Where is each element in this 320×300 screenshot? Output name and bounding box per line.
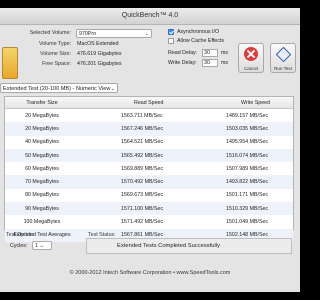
- chevron-down-icon: ⌄: [144, 31, 149, 37]
- volume-type-value: MacOS Extended: [77, 41, 119, 47]
- table-row[interactable]: 70 MegaBytes 1570.492 MB/Sec 1493.822 MB/S…: [5, 175, 293, 189]
- title-bar: QuickBench™ 4.0: [0, 8, 300, 25]
- volume-size-value: 476.619 Gigabytes: [77, 51, 122, 57]
- volume-size-label: Volume Size:: [40, 51, 71, 57]
- write-speed-cell: 1495.954 MB/Sec: [226, 139, 269, 146]
- status-box: Extended Tests Completed Successfully: [86, 238, 292, 254]
- table-row[interactable]: 40 MegaBytes 1564.521 MB/Sec 1495.954 MB/S…: [5, 136, 293, 149]
- async-io-checkbox[interactable]: [168, 29, 174, 35]
- run-test-button[interactable]: Run Test: [270, 43, 296, 73]
- read-delay-row: Read Delay: 30 ms: [168, 49, 228, 57]
- read-speed-cell: 1563.711 MB/Sec: [121, 112, 163, 119]
- cancel-button[interactable]: Cancel: [238, 43, 264, 73]
- copyright-text: © 2000-2012 Intech Software Corporation …: [69, 270, 231, 276]
- volume-type-label: Volume Type:: [39, 41, 71, 47]
- volume-panel: Selected Volume: 970Pro ⌄ Volume Type: M…: [0, 25, 300, 79]
- table-row[interactable]: 50 MegaBytes 1565.492 MB/Sec 1516.074 MB/S…: [5, 148, 293, 163]
- read-speed-cell: 1565.492 MB/Sec: [79, 148, 186, 163]
- test-option-label: Test Option:: [6, 232, 35, 238]
- table-row[interactable]: 60 MegaBytes 1569.889 MB/Sec 1507.989 MB/S…: [5, 162, 293, 175]
- table-row[interactable]: 100 MegaBytes 1571.492 MB/Sec 1501.049 MB/…: [5, 215, 293, 228]
- transfer-size-cell: 40 MegaBytes: [25, 139, 59, 146]
- cache-effects-label: Allow Cache Effects: [177, 38, 225, 44]
- cycles-value: 1: [35, 243, 38, 249]
- volume-select[interactable]: 970Pro ⌄: [76, 29, 152, 38]
- transfer-size-cell: 50 MegaBytes: [5, 148, 79, 163]
- table-row[interactable]: 90 MegaBytes 1571.100 MB/Sec 1510.329 MB/S…: [5, 202, 293, 216]
- read-speed-cell: 1567.246 MB/Sec: [79, 122, 186, 136]
- test-type-select[interactable]: Extended Test (20-100 MB) - Numeric View…: [0, 83, 118, 93]
- read-speed-cell: 1571.492 MB/Sec: [121, 219, 164, 226]
- free-space-value: 476.201 Gigabytes: [77, 61, 122, 67]
- test-type-value: Extended Test (20-100 MB) - Numeric View: [3, 86, 111, 92]
- read-speed-cell: 1570.492 MB/Sec: [79, 175, 186, 189]
- read-delay-label: Read Delay:: [168, 50, 198, 56]
- write-speed-cell: 1493.822 MB/Sec: [186, 175, 293, 189]
- write-speed-cell: 1507.989 MB/Sec: [226, 165, 269, 172]
- table-row[interactable]: 80 MegaBytes 1569.673 MB/Sec 1501.171 MB/S…: [5, 189, 293, 202]
- write-delay-field[interactable]: 30: [202, 59, 218, 67]
- volume-select-value: 970Pro: [79, 31, 97, 37]
- cache-effects-option[interactable]: Allow Cache Effects: [168, 38, 224, 44]
- async-io-label: Asynchronous I/O: [177, 29, 220, 35]
- write-delay-label: Write Delay:: [168, 60, 197, 66]
- write-speed-cell: 1516.074 MB/Sec: [186, 148, 293, 163]
- column-header-transfer-size[interactable]: Transfer Size: [5, 97, 79, 109]
- cancel-button-label: Cancel: [243, 66, 258, 71]
- write-speed-cell: 1501.171 MB/Sec: [226, 192, 269, 199]
- write-delay-row: Write Delay: 30 ms: [168, 59, 228, 67]
- write-speed-cell: 1503.035 MB/Sec: [186, 122, 293, 136]
- selected-volume-label: Selected Volume:: [29, 30, 71, 36]
- run-test-icon: [276, 47, 290, 61]
- read-delay-unit: ms: [221, 50, 229, 56]
- cycles-row: Cycles: 1 ⌄: [10, 241, 52, 250]
- transfer-size-cell: 60 MegaBytes: [25, 165, 59, 172]
- app-window: QuickBench™ 4.0 Selected Volume: 970Pro …: [0, 8, 300, 292]
- free-space-label: Free Space:: [42, 61, 71, 67]
- transfer-size-cell: 100 MegaBytes: [23, 219, 61, 226]
- table-row[interactable]: 20 MegaBytes 1567.246 MB/Sec 1503.035 MB/S…: [5, 122, 293, 136]
- column-header-write-speed[interactable]: Write Speed: [186, 97, 293, 109]
- table-row[interactable]: 20 MegaBytes 1563.711 MB/Sec 1489.157 MB/S…: [5, 109, 293, 123]
- read-speed-cell: 1571.100 MB/Sec: [79, 202, 186, 216]
- cycles-label: Cycles:: [10, 243, 28, 249]
- transfer-size-cell: 20 MegaBytes: [5, 122, 79, 136]
- table-header-row: Transfer Size Read Speed Write Speed: [5, 97, 293, 109]
- write-delay-unit: ms: [221, 60, 229, 66]
- write-speed-cell: 1489.157 MB/Sec: [226, 112, 269, 119]
- cache-effects-checkbox[interactable]: [168, 38, 174, 44]
- transfer-size-cell: 80 MegaBytes: [25, 192, 59, 199]
- cycles-select[interactable]: 1 ⌄: [32, 241, 52, 250]
- read-speed-cell: 1564.521 MB/Sec: [121, 139, 164, 146]
- read-speed-cell: 1569.889 MB/Sec: [121, 165, 164, 172]
- transfer-size-cell: 20 MegaBytes: [25, 112, 59, 119]
- run-test-button-label: Run Test: [274, 66, 292, 71]
- write-speed-cell: 1510.329 MB/Sec: [186, 202, 293, 216]
- cancel-icon: [244, 47, 258, 61]
- transfer-size-cell: 70 MegaBytes: [5, 175, 79, 189]
- chevron-down-icon: ⌄: [110, 86, 115, 92]
- read-speed-cell: 1569.673 MB/Sec: [121, 192, 164, 199]
- write-speed-cell: 1501.049 MB/Sec: [226, 219, 269, 226]
- window-title: QuickBench™ 4.0: [121, 12, 179, 19]
- status-text: Extended Tests Completed Successfully: [117, 243, 221, 249]
- column-header-read-speed[interactable]: Read Speed: [79, 97, 186, 109]
- read-delay-field[interactable]: 30: [202, 49, 218, 57]
- async-io-option[interactable]: Asynchronous I/O: [168, 29, 219, 35]
- transfer-size-cell: 90 MegaBytes: [5, 202, 79, 216]
- results-table: Transfer Size Read Speed Write Speed 20 …: [4, 96, 294, 242]
